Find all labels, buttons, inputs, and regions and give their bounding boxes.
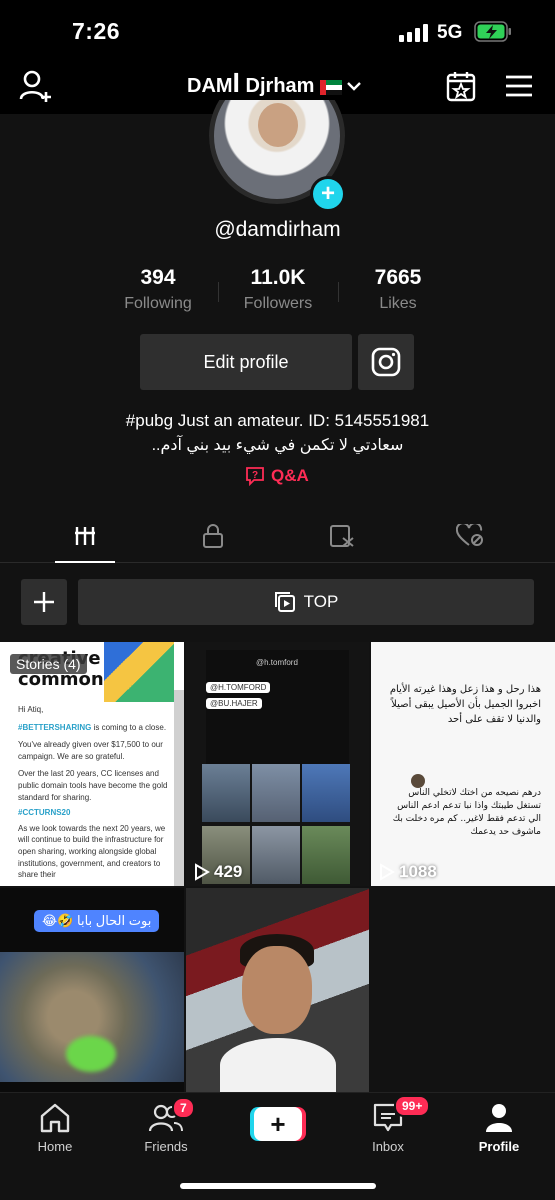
menu-icon[interactable] (505, 74, 533, 98)
video-thumbnail[interactable]: هذا رحل و هذا زعل وهذا غيرته الأيام اخبر… (371, 642, 555, 886)
mention-tag: @H.TOMFORD (206, 682, 271, 693)
create-button[interactable]: + (250, 1107, 306, 1141)
plus-icon (34, 592, 54, 612)
video-thumbnail[interactable]: بوت الحال بابا 🤣😂 (0, 888, 184, 1092)
top-label: TOP (303, 592, 339, 611)
question-bubble-icon: ? (246, 467, 264, 486)
nav-home[interactable]: Home (5, 1101, 105, 1154)
grid-icon (75, 527, 95, 545)
playlist-icon (274, 592, 295, 612)
status-bar: 7:26 5G (0, 0, 555, 62)
account-switcher[interactable]: DAMꟾ Djrham (187, 73, 362, 98)
heart-hidden-icon (456, 524, 483, 546)
stories-overlay: Stories (4) (10, 654, 87, 674)
stat-value: 394 (140, 266, 176, 289)
network-label: 5G (437, 22, 463, 43)
cc-email-text: Hi Atiq, #BETTERSHARING is coming to a c… (18, 705, 168, 880)
nav-profile[interactable]: Profile (449, 1101, 549, 1154)
view-count: 429 (194, 862, 242, 882)
top-videos-button[interactable]: TOP (78, 579, 534, 625)
username-handle: @damdirham (214, 218, 341, 241)
mention-tag: @BU.HAJER (206, 698, 262, 709)
stat-label: Likes (379, 295, 417, 312)
add-user-icon[interactable] (18, 68, 54, 104)
qa-label: Q&A (271, 466, 309, 485)
play-icon (380, 863, 395, 881)
nav-label: Home (37, 1139, 73, 1154)
play-icon (195, 863, 210, 881)
chevron-down-icon (347, 81, 362, 91)
caption-bubble: بوت الحال بابا 🤣😂 (34, 910, 160, 932)
stat-likes[interactable]: 7665 Likes (338, 266, 458, 316)
content-tabs (0, 510, 555, 563)
bio-line-arabic: سعادتي لا تكمن في شيء بيد بني آدم.. (151, 437, 404, 454)
arabic-comment: درهم نصيحه من اختك لاتخلي الناس تستغل طي… (392, 788, 541, 838)
stat-value: 11.0K (250, 266, 306, 289)
lock-icon (203, 524, 223, 548)
add-avatar-button[interactable]: + (310, 176, 346, 212)
video-thumbnail[interactable]: @h.tomford @H.TOMFORD @BU.HAJER 429 (186, 642, 369, 886)
video-thumbnail[interactable]: creative commons Hi Atiq, #BETTERSHARING… (0, 642, 184, 886)
profile-stats: 394 Following 11.0K Followers 7665 Likes (98, 266, 458, 316)
stat-label: Following (124, 295, 192, 312)
qa-link[interactable]: ? Q&A (245, 466, 309, 486)
add-collection-button[interactable] (21, 579, 67, 625)
home-indicator (180, 1183, 376, 1189)
status-time: 7:26 (72, 18, 121, 44)
edit-profile-button[interactable]: Edit profile (140, 334, 352, 390)
profile-icon (486, 1104, 512, 1132)
plus-icon: + (254, 1107, 302, 1141)
tab-reposts[interactable] (287, 510, 397, 562)
svg-text:?: ? (252, 470, 258, 481)
video-thumbnail[interactable] (186, 888, 369, 1092)
stat-followers[interactable]: 11.0K Followers (218, 266, 338, 316)
comment-avatar (411, 774, 425, 788)
tab-videos[interactable] (30, 510, 140, 563)
account-name: DAMꟾ Djrham (187, 75, 315, 97)
stat-label: Followers (243, 295, 313, 312)
tab-private[interactable] (158, 510, 268, 562)
instagram-button[interactable] (358, 334, 414, 390)
nav-label: Profile (478, 1139, 520, 1154)
nav-friends[interactable]: 7 Friends (116, 1097, 216, 1154)
uae-flag-icon (320, 78, 343, 95)
video-grid: creative commons Hi Atiq, #BETTERSHARING… (0, 642, 555, 1092)
inbox-badge: 99+ (394, 1095, 431, 1117)
tab-indicator (55, 561, 115, 563)
stat-value: 7665 (374, 266, 422, 289)
signal-icon (399, 24, 429, 42)
stat-following[interactable]: 394 Following (98, 266, 218, 316)
home-icon (40, 1103, 70, 1133)
nav-label: Inbox (372, 1139, 404, 1154)
cc-artwork (104, 642, 174, 702)
view-count: 1088 (379, 862, 437, 882)
nav-inbox[interactable]: 99+ Inbox (338, 1095, 438, 1154)
battery-icon (474, 21, 511, 42)
arabic-quote: هذا رحل و هذا زعل وهذا غيرته الأيام اخبر… (389, 684, 541, 725)
embedded-handle: @h.tomford (256, 658, 298, 667)
nav-label: Friends (144, 1139, 188, 1154)
calendar-star-icon[interactable] (446, 70, 476, 102)
repost-hidden-icon (330, 525, 354, 547)
bio-line: #pubg Just an amateur. ID: 5145551981 (125, 411, 430, 430)
friends-badge: 7 (172, 1097, 195, 1119)
tab-liked[interactable] (415, 510, 525, 562)
instagram-icon (371, 347, 401, 377)
